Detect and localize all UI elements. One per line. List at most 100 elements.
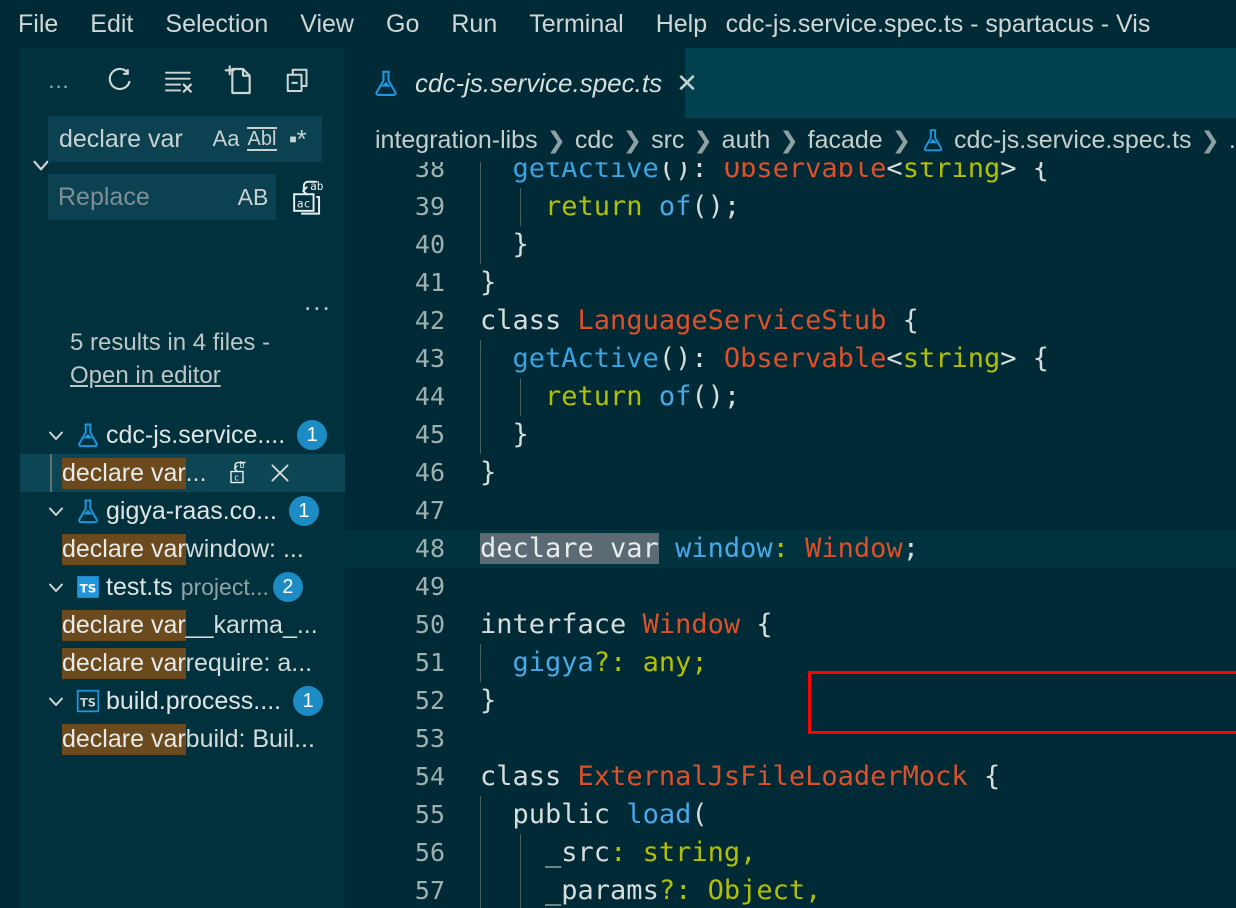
breadcrumb-item-auth[interactable]: auth bbox=[722, 126, 771, 155]
replace-icon[interactable]: b c bbox=[223, 458, 253, 488]
open-in-editor-link[interactable]: Open in editor bbox=[70, 359, 221, 392]
line-number: 56 bbox=[414, 838, 445, 867]
ts-outline-icon: TS bbox=[70, 688, 106, 714]
line-number: 57 bbox=[414, 876, 445, 905]
match-count-badge: 1 bbox=[297, 420, 328, 450]
code-line[interactable]: 43 getActive(): Observable<string> { bbox=[345, 340, 1236, 378]
match-context: require: a... bbox=[185, 648, 313, 677]
code-line[interactable]: 44 return of(); bbox=[345, 378, 1236, 416]
open-new-search-editor-icon[interactable] bbox=[222, 64, 256, 98]
search-result-match-row[interactable]: declare var __karma_... bbox=[20, 606, 345, 644]
replace-row: Replace AB ab ac bbox=[48, 174, 344, 220]
breadcrumb-item-src[interactable]: src bbox=[651, 126, 684, 155]
code-line[interactable]: 49 bbox=[345, 568, 1236, 606]
search-result-file-row[interactable]: TS test.ts project... 2 bbox=[20, 568, 345, 606]
match-whole-word-option[interactable]: Abl bbox=[245, 121, 279, 157]
chevron-down-icon[interactable] bbox=[42, 423, 70, 447]
editor-tab[interactable]: cdc-js.service.spec.ts ✕ bbox=[345, 48, 698, 118]
match-context: __karma_... bbox=[185, 610, 318, 639]
search-result-file-row[interactable]: cdc-js.service.... 1 bbox=[20, 416, 345, 454]
line-number: 53 bbox=[414, 724, 445, 753]
close-icon[interactable] bbox=[265, 458, 295, 488]
code-line[interactable]: 42 class LanguageServiceStub { bbox=[345, 302, 1236, 340]
menu-run[interactable]: Run bbox=[435, 0, 513, 48]
breadcrumb-item-overflow[interactable]: ... bbox=[1229, 126, 1236, 155]
match-context: ... bbox=[185, 458, 207, 487]
code-text: _src: string, bbox=[545, 837, 757, 868]
search-result-match-row[interactable]: declare var build: Buil... bbox=[20, 720, 345, 758]
chevron-right-icon: ❯ bbox=[546, 126, 566, 153]
code-editor[interactable]: 38 getActive(): Observable<string> {39 r… bbox=[345, 162, 1236, 908]
line-number: 48 bbox=[414, 534, 445, 563]
svg-text:b: b bbox=[239, 461, 244, 471]
more-actions-icon[interactable]: ... bbox=[42, 64, 76, 98]
search-input[interactable]: declare var Aa Abl ■ * bbox=[48, 116, 322, 162]
replace-all-icon[interactable]: ab ac bbox=[286, 175, 330, 219]
code-line[interactable]: 54 class ExternalJsFileLoaderMock { bbox=[345, 758, 1236, 796]
search-result-file-row[interactable]: gigya-raas.co... 1 bbox=[20, 492, 345, 530]
chevron-down-icon[interactable] bbox=[42, 575, 70, 599]
refresh-icon[interactable] bbox=[102, 64, 136, 98]
code-line[interactable]: 40 } bbox=[345, 226, 1236, 264]
line-number: 41 bbox=[414, 268, 445, 297]
code-line[interactable]: 52} bbox=[345, 682, 1236, 720]
match-highlight: declare var bbox=[62, 609, 186, 641]
code-text: } bbox=[480, 267, 497, 298]
svg-text:TS: TS bbox=[80, 695, 96, 709]
breadcrumb-item-file[interactable]: cdc-js.service.spec.ts bbox=[954, 126, 1192, 155]
code-text: public load( bbox=[512, 799, 708, 830]
code-line[interactable]: 55 public load( bbox=[345, 796, 1236, 834]
match-context: window: ... bbox=[185, 534, 304, 563]
clear-search-results-icon[interactable] bbox=[162, 64, 196, 98]
use-regex-option[interactable]: ■ * bbox=[281, 121, 315, 157]
replace-input[interactable]: Replace AB bbox=[48, 174, 276, 220]
preserve-case-option[interactable]: AB bbox=[236, 179, 270, 215]
breadcrumb-item-integration-libs[interactable]: integration-libs bbox=[375, 126, 538, 155]
code-text: } bbox=[480, 229, 529, 260]
code-line[interactable]: 51 gigya?: any; bbox=[345, 644, 1236, 682]
chevron-right-icon: ❯ bbox=[622, 126, 643, 153]
menu-go[interactable]: Go bbox=[370, 0, 435, 48]
breadcrumb-item-facade[interactable]: facade bbox=[808, 126, 883, 155]
code-text: _params?: Object, bbox=[545, 875, 822, 906]
title-bar: File Edit Selection View Go Run Terminal… bbox=[0, 0, 1236, 48]
menu-edit[interactable]: Edit bbox=[74, 0, 149, 48]
code-line[interactable]: 39 return of(); bbox=[345, 188, 1236, 226]
search-details-toggle[interactable]: ... bbox=[304, 288, 332, 314]
search-result-match-row[interactable]: declare var window: ... bbox=[20, 530, 345, 568]
chevron-right-icon: ❯ bbox=[1200, 126, 1220, 153]
code-line[interactable]: 56 _src: string, bbox=[345, 834, 1236, 872]
code-line[interactable]: 53 bbox=[345, 720, 1236, 758]
ts-icon: TS bbox=[70, 574, 106, 600]
menu-selection[interactable]: Selection bbox=[149, 0, 284, 48]
code-line[interactable]: 41} bbox=[345, 264, 1236, 302]
code-text: declare var window: Window; bbox=[480, 533, 919, 564]
code-text: getActive(): Observable<string> { bbox=[512, 343, 1050, 374]
breadcrumb-item-cdc[interactable]: cdc bbox=[575, 126, 614, 155]
search-result-file-row[interactable]: TS build.process.... 1 bbox=[20, 682, 345, 720]
menu-file[interactable]: File bbox=[2, 0, 74, 48]
code-line[interactable]: 38 getActive(): Observable<string> { bbox=[345, 162, 1236, 188]
code-text: interface Window { bbox=[480, 609, 773, 640]
code-line[interactable]: 50 interface Window { bbox=[345, 606, 1236, 644]
menu-view[interactable]: View bbox=[284, 0, 370, 48]
search-result-match-row[interactable]: declare var require: a... bbox=[20, 644, 345, 682]
close-icon[interactable]: ✕ bbox=[676, 68, 698, 98]
menu-help[interactable]: Help bbox=[640, 0, 723, 48]
code-line[interactable]: 46} bbox=[345, 454, 1236, 492]
match-case-option[interactable]: Aa bbox=[209, 121, 243, 157]
match-highlight: declare var bbox=[62, 533, 186, 565]
search-result-match-row[interactable]: declare var ... b c bbox=[20, 454, 345, 492]
code-line[interactable]: 45 } bbox=[345, 416, 1236, 454]
beaker-icon bbox=[70, 497, 106, 525]
line-number: 42 bbox=[414, 306, 445, 335]
code-line[interactable]: 47 bbox=[345, 492, 1236, 530]
chevron-down-icon[interactable] bbox=[42, 499, 70, 523]
chevron-down-icon[interactable] bbox=[42, 689, 70, 713]
replace-input-placeholder: Replace bbox=[58, 182, 150, 211]
beaker-icon bbox=[920, 127, 946, 153]
code-line[interactable]: 48 declare var window: Window; bbox=[345, 530, 1236, 568]
code-line[interactable]: 57 _params?: Object, bbox=[345, 872, 1236, 908]
menu-terminal[interactable]: Terminal bbox=[513, 0, 639, 48]
collapse-all-icon[interactable] bbox=[282, 64, 316, 98]
